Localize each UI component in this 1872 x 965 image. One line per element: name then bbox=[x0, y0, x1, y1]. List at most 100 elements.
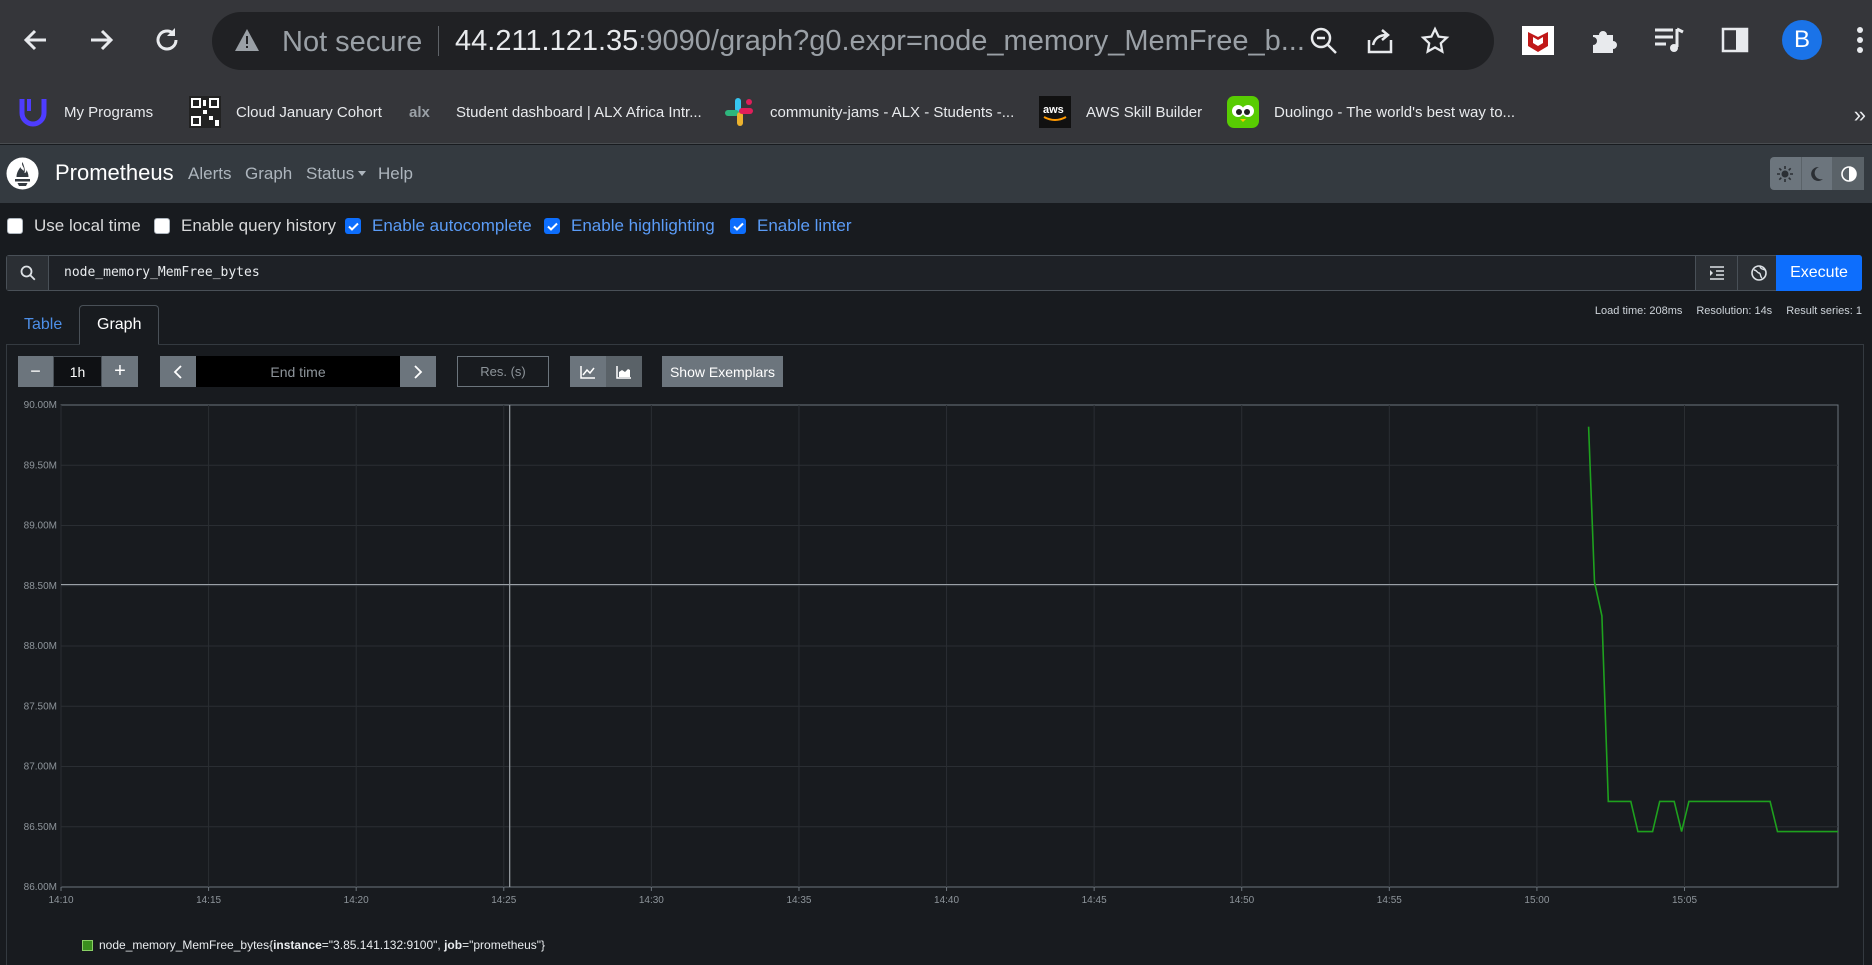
sidepanel-icon[interactable] bbox=[1715, 20, 1755, 60]
graph-chart[interactable]: 90.00M 89.50M 89.00M 88.50M 88.00M 87.50M 87.0… bbox=[0, 395, 1872, 930]
y-tick-label: 88.00M bbox=[24, 641, 57, 652]
alx-icon: alx bbox=[408, 95, 442, 129]
y-tick-label: 90.00M bbox=[24, 400, 57, 411]
y-tick-label: 89.00M bbox=[24, 521, 57, 532]
nav-graph[interactable]: Graph bbox=[245, 164, 292, 184]
checkbox[interactable] bbox=[154, 218, 170, 234]
x-tick-label: 14:50 bbox=[1229, 895, 1254, 906]
chart-svg[interactable]: 90.00M 89.50M 89.00M 88.50M 88.00M 87.50M 87.0… bbox=[0, 395, 1872, 930]
svg-text:alx: alx bbox=[409, 104, 431, 121]
brand-title[interactable]: Prometheus bbox=[55, 160, 174, 186]
result-series: Result series: 1 bbox=[1786, 305, 1862, 317]
x-tick-label: 14:15 bbox=[196, 895, 221, 906]
nav-status[interactable]: Status bbox=[306, 164, 367, 184]
line-chart-icon[interactable] bbox=[570, 356, 606, 387]
bookmark-community-jams[interactable]: community-jams - ALX - Students -... bbox=[722, 92, 1014, 132]
tab-table[interactable]: Table bbox=[7, 305, 79, 345]
menu-dots-icon[interactable] bbox=[1848, 20, 1872, 60]
mcafee-icon[interactable] bbox=[1518, 20, 1558, 60]
option-use-local-time[interactable]: Use local time bbox=[7, 216, 141, 236]
end-time-input[interactable]: End time bbox=[196, 356, 400, 387]
x-tick-label: 14:35 bbox=[786, 895, 811, 906]
graph-legend[interactable]: node_memory_MemFree_bytes{instance="3.85… bbox=[82, 938, 545, 952]
bookmark-aws-skill-builder[interactable]: aws AWS Skill Builder bbox=[1038, 92, 1202, 132]
x-tick-label: 14:20 bbox=[344, 895, 369, 906]
x-tick-label: 15:00 bbox=[1524, 895, 1549, 906]
next-time-button[interactable] bbox=[400, 356, 436, 387]
svg-text:aws: aws bbox=[1043, 104, 1064, 116]
x-tick-label: 14:25 bbox=[491, 895, 516, 906]
range-input[interactable]: 1h bbox=[53, 356, 102, 387]
search-icon bbox=[7, 256, 49, 290]
qr-code-icon bbox=[188, 95, 222, 129]
aws-icon: aws bbox=[1038, 95, 1072, 129]
format-expression-icon[interactable] bbox=[1695, 256, 1737, 290]
x-tick-label: 14:30 bbox=[639, 895, 664, 906]
expression-input[interactable]: node_memory_MemFree_bytes bbox=[64, 265, 260, 280]
load-time: Load time: 208ms bbox=[1594, 305, 1683, 317]
checkbox-checked[interactable] bbox=[730, 218, 746, 234]
star-icon[interactable] bbox=[1420, 26, 1450, 56]
y-tick-label: 86.50M bbox=[24, 822, 57, 833]
warning-icon[interactable] bbox=[234, 28, 260, 52]
y-axis-ticks: 90.00M 89.50M 89.00M 88.50M 88.00M 87.50M 87.0… bbox=[24, 400, 57, 893]
contrast-icon[interactable] bbox=[1833, 157, 1865, 190]
moon-icon[interactable] bbox=[1802, 157, 1834, 190]
checkbox[interactable] bbox=[7, 218, 23, 234]
reload-icon[interactable] bbox=[147, 20, 187, 60]
bookmark-duolingo[interactable]: Duolingo - The world's best way to... bbox=[1226, 92, 1515, 132]
nav-alerts[interactable]: Alerts bbox=[188, 164, 231, 184]
bookmarks-bar: My Programs Cloud January Cohort alx Stu… bbox=[0, 82, 1872, 144]
duolingo-icon bbox=[1226, 95, 1260, 129]
share-icon[interactable] bbox=[1365, 26, 1395, 56]
option-enable-highlighting[interactable]: Enable highlighting bbox=[544, 216, 715, 236]
x-tick-label: 14:10 bbox=[48, 895, 73, 906]
execute-button[interactable]: Execute bbox=[1776, 255, 1862, 291]
resolution-input[interactable]: Res. (s) bbox=[457, 356, 549, 387]
nav-help[interactable]: Help bbox=[378, 164, 413, 184]
tab-graph[interactable]: Graph bbox=[79, 305, 160, 345]
option-enable-linter[interactable]: Enable linter bbox=[730, 216, 852, 236]
udacity-icon bbox=[16, 95, 50, 129]
puzzle-icon[interactable] bbox=[1584, 20, 1624, 60]
prometheus-logo-icon[interactable] bbox=[6, 157, 39, 190]
media-icon[interactable] bbox=[1649, 20, 1689, 60]
option-enable-query-history[interactable]: Enable query history bbox=[154, 216, 336, 236]
decrease-range-button[interactable]: − bbox=[18, 356, 53, 387]
sun-icon[interactable] bbox=[1770, 157, 1802, 190]
resolution: Resolution: 14s bbox=[1696, 305, 1773, 317]
x-tick-label: 15:05 bbox=[1672, 895, 1697, 906]
avatar[interactable]: B bbox=[1782, 20, 1822, 60]
option-enable-autocomplete[interactable]: Enable autocomplete bbox=[345, 216, 532, 236]
previous-time-button[interactable] bbox=[160, 356, 196, 387]
back-arrow-icon[interactable] bbox=[16, 20, 56, 60]
y-tick-label: 89.50M bbox=[24, 460, 57, 471]
url-text[interactable]: 44.211.121.35:9090/graph?g0.expr=node_me… bbox=[455, 25, 1325, 58]
slack-icon bbox=[722, 95, 756, 129]
show-exemplars-button[interactable]: Show Exemplars bbox=[662, 356, 783, 387]
checkbox-checked[interactable] bbox=[345, 218, 361, 234]
increase-range-button[interactable]: + bbox=[102, 356, 138, 387]
x-tick-label: 14:55 bbox=[1377, 895, 1402, 906]
legend-series-label: node_memory_MemFree_bytes{instance="3.85… bbox=[99, 938, 546, 952]
y-tick-label: 87.50M bbox=[24, 701, 57, 712]
query-options: Use local time Enable query history Enab… bbox=[0, 203, 1872, 249]
bookmark-cloud-january-cohort[interactable]: Cloud January Cohort bbox=[188, 92, 382, 132]
address-bar[interactable]: Not secure 44.211.121.35:9090/graph?g0.e… bbox=[212, 12, 1494, 70]
metrics-explorer-icon[interactable] bbox=[1737, 256, 1779, 290]
zoom-icon[interactable] bbox=[1309, 26, 1339, 56]
omnibox-divider bbox=[438, 26, 439, 56]
bookmark-my-programs[interactable]: My Programs bbox=[16, 92, 153, 132]
security-label[interactable]: Not secure bbox=[282, 26, 422, 59]
chevron-down-icon bbox=[358, 171, 367, 176]
x-axis-ticks: 14:10 14:15 14:20 14:25 14:30 14:35 14:40 14:45… bbox=[48, 887, 1697, 906]
bookmark-alx-dashboard[interactable]: alx Student dashboard | ALX Africa Intr.… bbox=[408, 92, 702, 132]
forward-arrow-icon[interactable] bbox=[81, 20, 121, 60]
legend-swatch bbox=[82, 939, 93, 951]
expression-bar: node_memory_MemFree_bytes Execute bbox=[6, 255, 1862, 291]
bookmarks-overflow-icon[interactable]: » bbox=[1854, 102, 1866, 128]
stacked-chart-icon[interactable] bbox=[606, 356, 642, 387]
checkbox-checked[interactable] bbox=[544, 218, 560, 234]
x-tick-label: 14:40 bbox=[934, 895, 959, 906]
y-tick-label: 86.00M bbox=[24, 882, 57, 893]
